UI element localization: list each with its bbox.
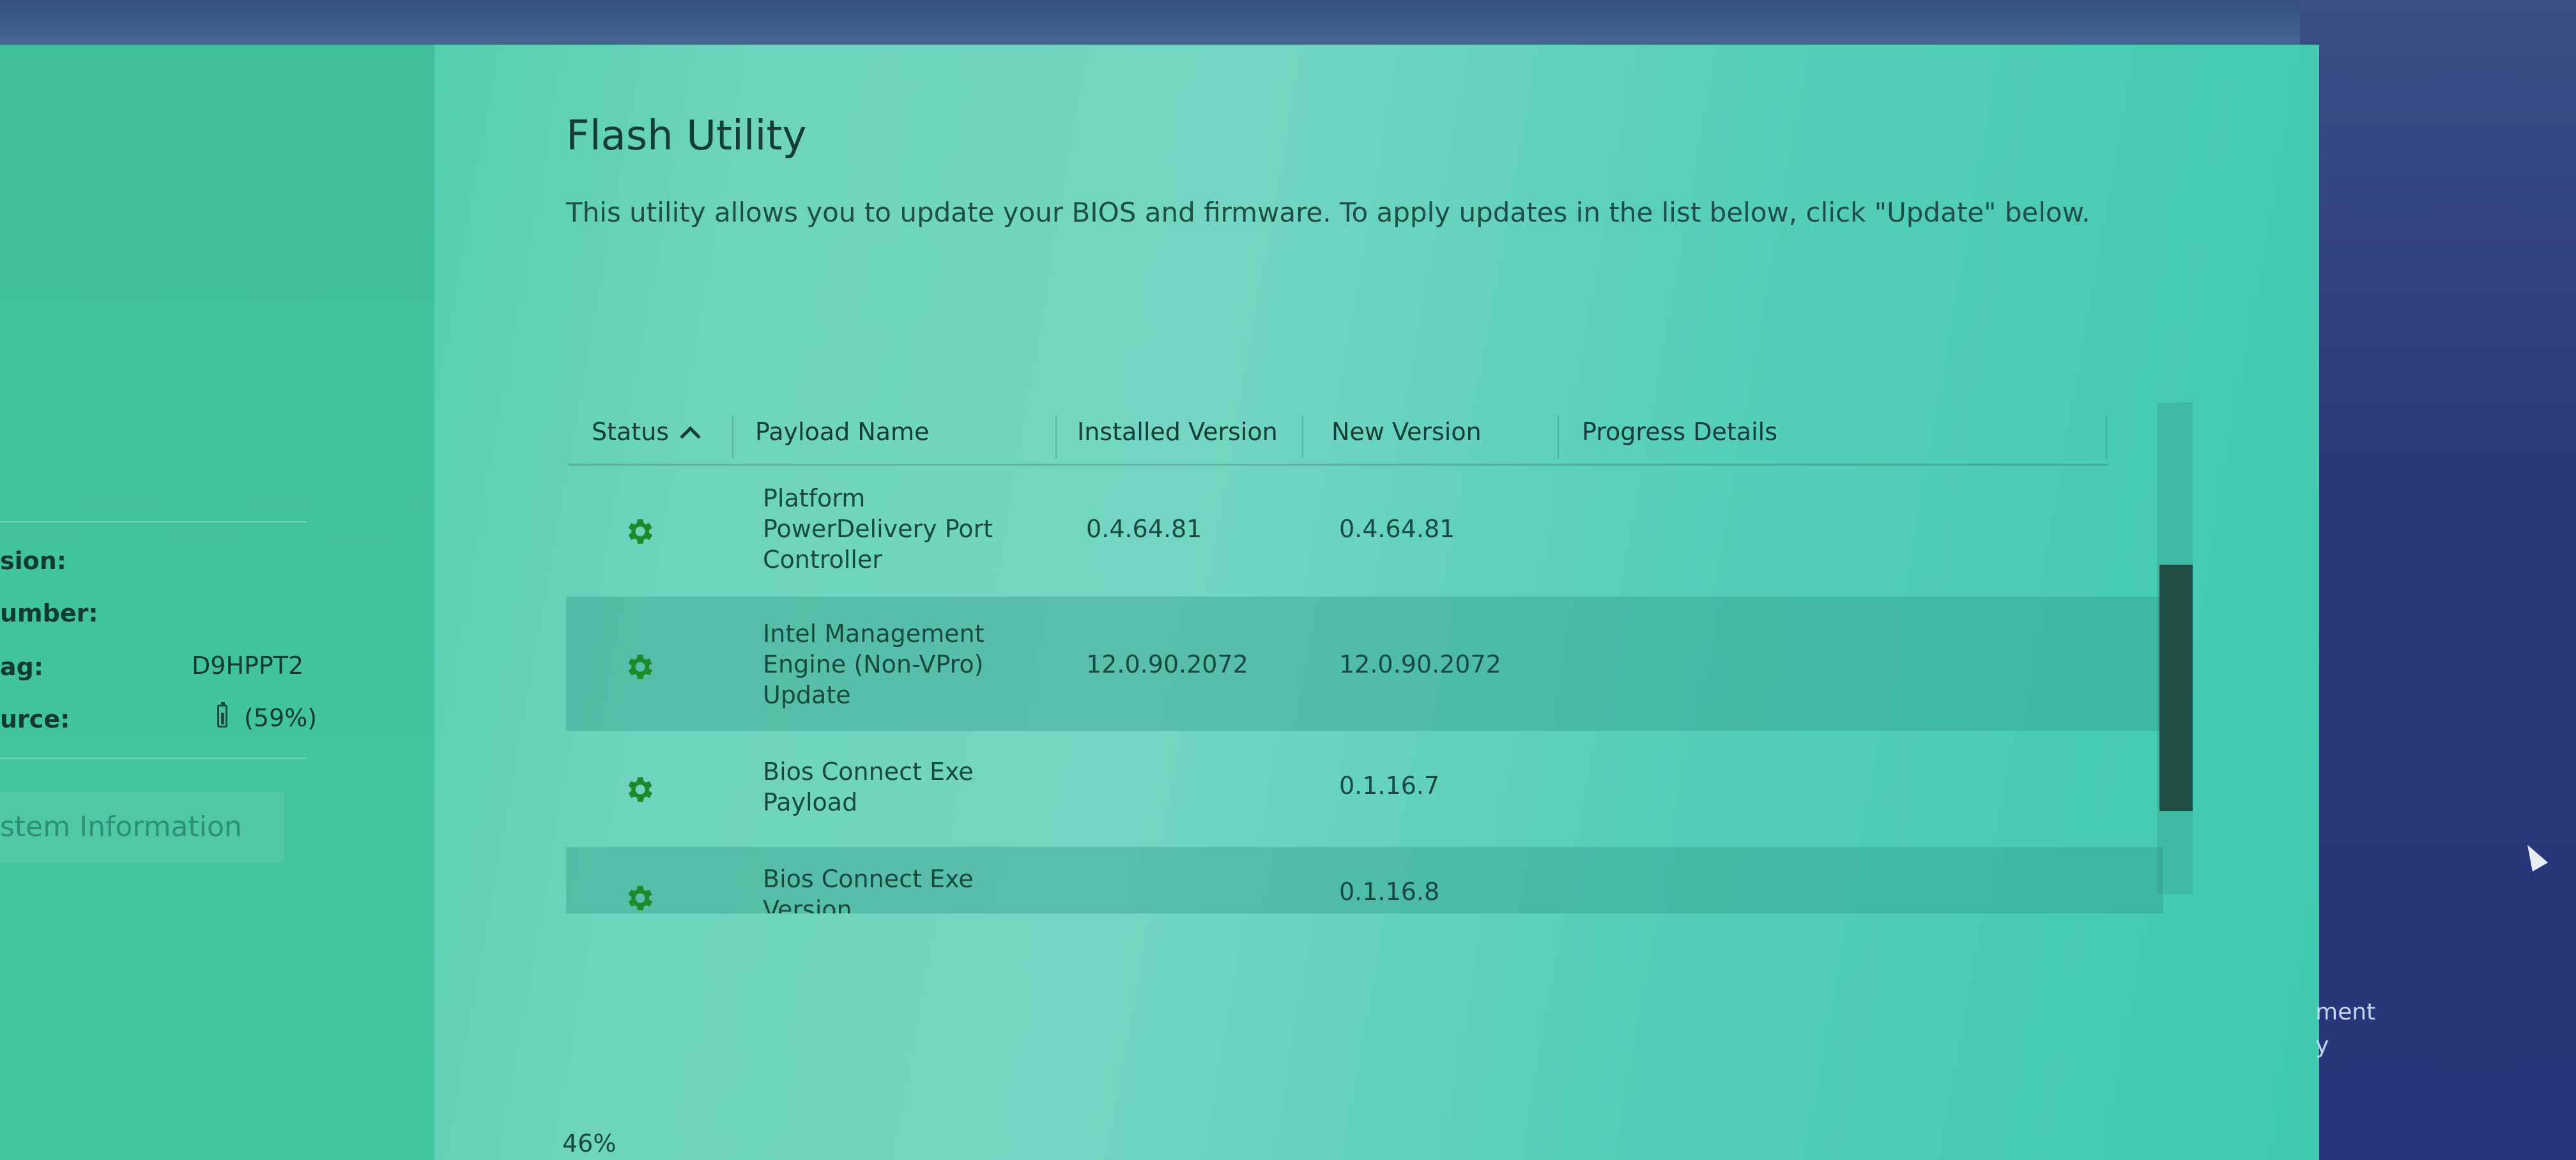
column-status[interactable]: Status [592, 409, 701, 464]
right-edge-text: y [2315, 1032, 2329, 1058]
payload-name: Bios Connect Exe Version [763, 864, 974, 913]
column-status-label: Status [592, 418, 670, 446]
column-progress-details[interactable]: Progress Details [1582, 409, 1777, 464]
right-edge-text: ment [2315, 999, 2376, 1025]
payload-name-line: Intel Management [763, 620, 985, 648]
page-title: Flash Utility [566, 112, 807, 160]
gear-icon [628, 519, 653, 544]
column-separator [1055, 415, 1057, 459]
payload-name: Intel Management Engine (Non-VPro) Updat… [763, 618, 985, 710]
sidebar-divider [0, 521, 307, 523]
sidebar-label-tag: ag: [0, 653, 44, 681]
table-scrollbar-thumb[interactable] [2159, 565, 2193, 811]
payload-name: Bios Connect Exe Payload [763, 756, 974, 818]
column-new-version[interactable]: New Version [1331, 409, 1482, 464]
table-header: Status Payload Name Installed Version Ne… [569, 409, 2108, 466]
payload-name-line: Version [763, 896, 852, 913]
column-separator [1302, 415, 1303, 459]
payload-name-line: Update [763, 681, 851, 709]
column-payload-name[interactable]: Payload Name [755, 409, 929, 464]
gear-icon [628, 654, 653, 680]
column-separator [2106, 415, 2107, 459]
column-installed-version[interactable]: Installed Version [1077, 409, 1278, 464]
new-version: 0.4.64.81 [1339, 515, 1455, 543]
service-tag-value: D9HPPT2 [192, 652, 304, 680]
payload-name-line: Bios Connect Exe [763, 758, 974, 786]
battery-percent: (59%) [244, 704, 318, 732]
chevron-up-icon [680, 426, 701, 447]
sidebar-label-version: sion: [0, 547, 66, 575]
monitor-bezel-right [2300, 0, 2576, 1160]
sidebar-divider [0, 758, 307, 759]
payload-name-line: Platform [763, 484, 866, 512]
column-separator [732, 415, 733, 459]
new-version: 0.1.16.8 [1339, 878, 1440, 906]
table-row[interactable]: Platform PowerDelivery Port Controller 0… [566, 466, 2163, 600]
system-information-link[interactable]: stem Information [0, 792, 284, 862]
page-description: This utility allows you to update your B… [566, 197, 2090, 228]
new-version: 12.0.90.2072 [1339, 650, 1501, 678]
sidebar-label-number: umber: [0, 599, 98, 627]
payload-name-line: PowerDelivery Port [763, 515, 993, 543]
sidebar-label-source: urce: [0, 705, 70, 733]
payload-name-line: Engine (Non-VPro) [763, 650, 984, 678]
payload-name-line: Bios Connect Exe [763, 865, 974, 893]
table-row[interactable]: Intel Management Engine (Non-VPro) Updat… [566, 597, 2163, 731]
gear-icon [628, 885, 653, 911]
monitor-bezel-top [0, 0, 2576, 51]
payload-name-line: Controller [763, 546, 882, 574]
column-separator [1558, 415, 1559, 459]
installed-version: 0.4.64.81 [1086, 515, 1202, 543]
progress-percent: 46% [562, 1129, 617, 1157]
table-row[interactable]: Bios Connect Exe Version 0.1.16.8 [566, 847, 2163, 913]
table-row[interactable]: Bios Connect Exe Payload 0.1.16.7 [566, 735, 2163, 843]
battery-icon [217, 702, 227, 728]
payload-name-line: Payload [763, 788, 858, 816]
installed-version: 12.0.90.2072 [1086, 650, 1248, 678]
payload-name: Platform PowerDelivery Port Controller [763, 483, 993, 575]
new-version: 0.1.16.7 [1339, 772, 1440, 800]
gear-icon [628, 777, 653, 802]
